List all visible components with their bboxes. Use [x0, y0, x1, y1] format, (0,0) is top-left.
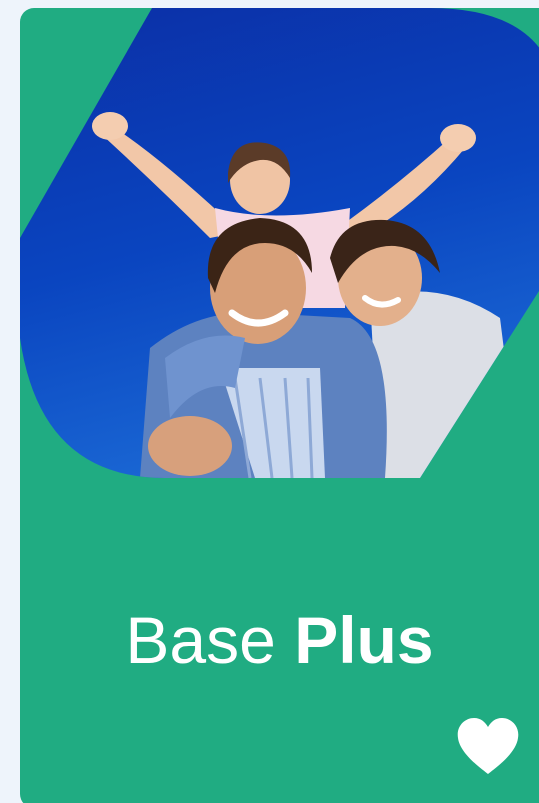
- family-photo: [20, 8, 539, 478]
- plan-title: Base Plus: [20, 600, 539, 680]
- plan-title-regular: Base: [125, 603, 276, 677]
- plan-card[interactable]: Base Plus: [20, 8, 539, 803]
- page: Base Plus: [0, 0, 539, 803]
- heart-icon[interactable]: [456, 718, 520, 776]
- plan-title-bold: Plus: [294, 603, 434, 677]
